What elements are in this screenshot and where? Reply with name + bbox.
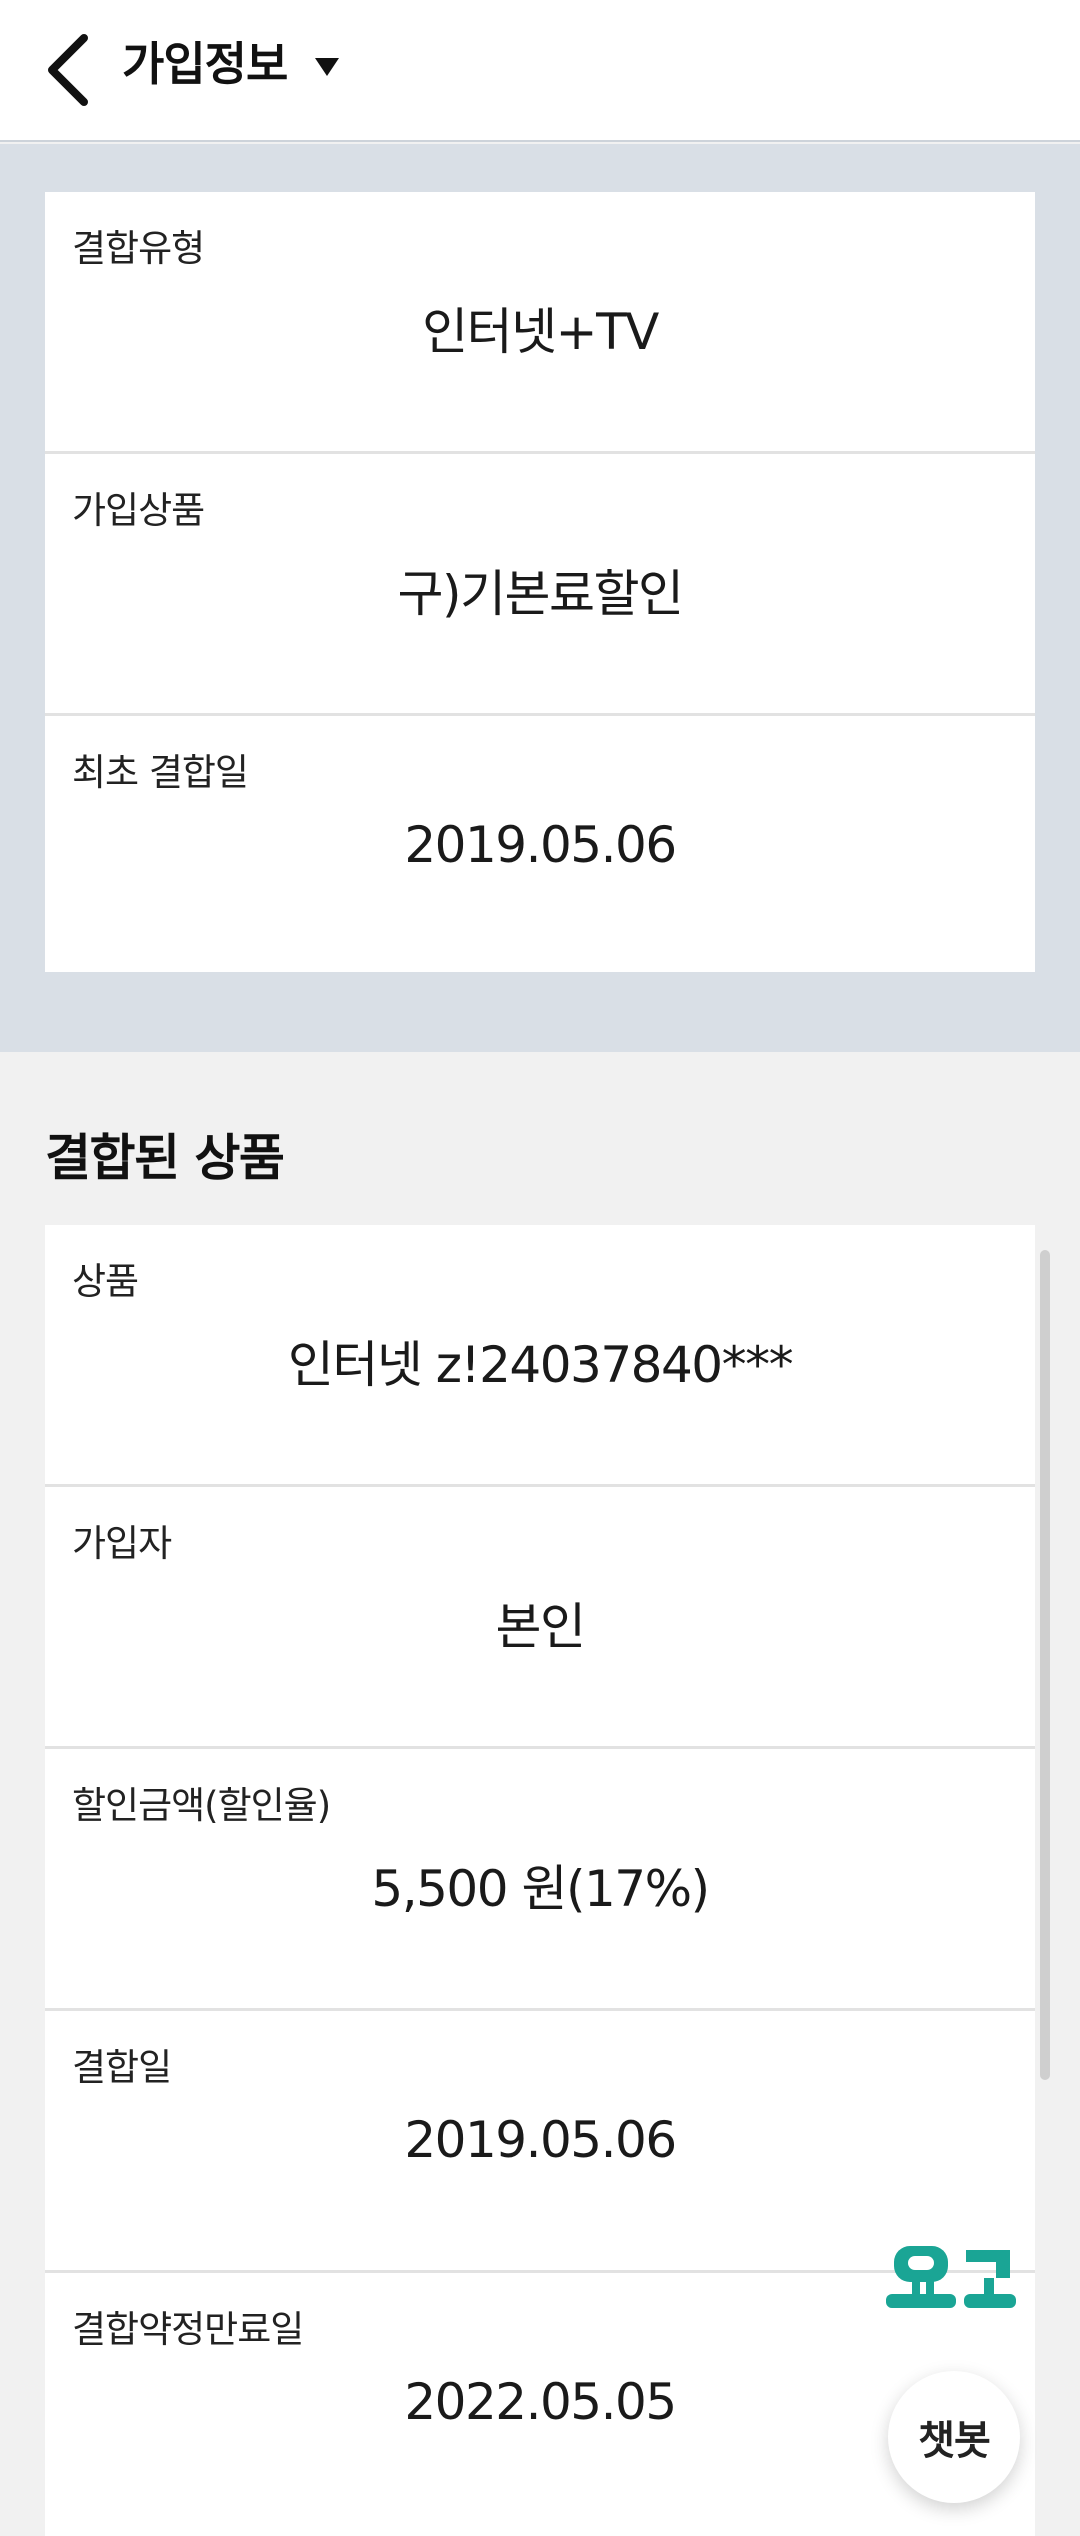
top-app-bar: 가입정보 xyxy=(0,0,1080,142)
info-row-discount: 할인금액(할인율) 5,500 원(17%) xyxy=(45,1749,1035,2011)
row-value: 인터넷 z!24037840*** xyxy=(287,1336,794,1394)
summary-section: 결합유형 인터넷+TV 가입상품 구)기본료할인 최초 결합일 2019.05.… xyxy=(0,144,1080,1052)
info-row-subscribed-product: 가입상품 구)기본료할인 xyxy=(45,454,1035,716)
row-value: 2022.05.05 xyxy=(404,2373,677,2431)
summary-card: 결합유형 인터넷+TV 가입상품 구)기본료할인 최초 결합일 2019.05.… xyxy=(45,192,1035,972)
info-row-combination-type: 결합유형 인터넷+TV xyxy=(45,192,1035,454)
row-label: 결합약정만료일 xyxy=(72,2308,304,2351)
row-label: 할인금액(할인율) xyxy=(72,1784,331,1827)
chatbot-label: 챗봇 xyxy=(918,2418,991,2464)
caret-down-icon[interactable] xyxy=(313,56,341,78)
row-label: 결합일 xyxy=(72,2046,172,2089)
chatbot-button[interactable]: 챗봇 xyxy=(888,2371,1020,2503)
yogo-logo-icon[interactable]: 요고 xyxy=(884,2242,1018,2316)
info-row-subscriber: 가입자 본인 xyxy=(45,1487,1035,1749)
section-title: 결합된 상품 xyxy=(45,1129,285,1187)
row-label: 가입상품 xyxy=(72,489,205,532)
info-row-first-combination-date: 최초 결합일 2019.05.06 xyxy=(45,716,1035,978)
row-label: 최초 결합일 xyxy=(72,751,249,794)
row-value: 본인 xyxy=(495,1598,587,1656)
row-label: 상품 xyxy=(72,1260,139,1303)
row-value: 5,500 원(17%) xyxy=(371,1860,710,1918)
row-value: 구)기본료할인 xyxy=(397,565,684,623)
row-value: 인터넷+TV xyxy=(422,303,659,361)
chevron-left-icon[interactable] xyxy=(40,30,100,110)
row-label: 결합유형 xyxy=(72,227,205,270)
row-label: 가입자 xyxy=(72,1522,172,1565)
page-title[interactable]: 가입정보 xyxy=(122,36,288,92)
scrollbar[interactable] xyxy=(1040,1250,1050,2080)
row-value: 2019.05.06 xyxy=(404,2111,677,2169)
row-value: 2019.05.06 xyxy=(404,816,677,874)
info-row-combination-date: 결합일 2019.05.06 xyxy=(45,2011,1035,2273)
combined-products-card: 상품 인터넷 z!24037840*** 가입자 본인 할인금액(할인율) 5,… xyxy=(45,1225,1035,2536)
info-row-product: 상품 인터넷 z!24037840*** xyxy=(45,1225,1035,1487)
